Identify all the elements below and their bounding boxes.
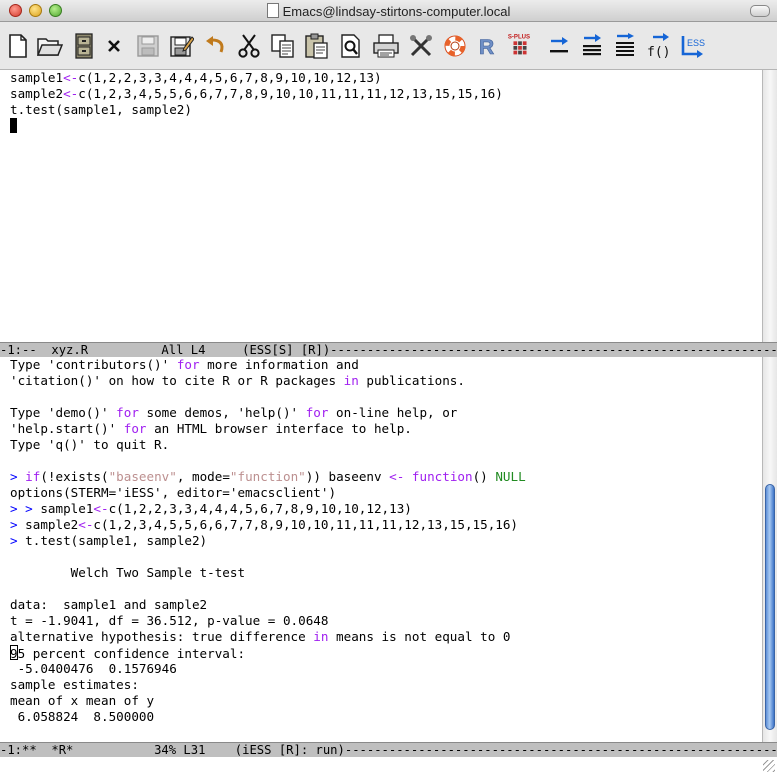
copy-icon[interactable] [269,32,297,60]
document-proxy-icon[interactable] [266,3,279,18]
console-line: 6.058824 8.500000 [10,709,155,724]
console-line: 'help.start()' for an HTML browser inter… [10,421,412,436]
console-line: > if(!exists("baseenv", mode="function")… [10,469,526,484]
console-line: mean of x mean of y [10,693,155,708]
eval-line-icon[interactable] [545,32,573,60]
editor-line-1: sample1<-c(1,2,2,3,3,4,4,4,5,6,7,8,9,10,… [10,70,382,85]
r-console-pane[interactable]: Type 'contributors()' for more informati… [0,357,762,742]
toolbar: R S-PLUS f() ESS [0,22,777,70]
toolbar-toggle-button[interactable] [750,5,770,17]
save-disabled-icon [134,32,162,60]
new-file-icon[interactable] [4,32,32,60]
editor-pane[interactable]: sample1<-c(1,2,2,3,3,4,4,4,5,6,7,8,9,10,… [0,70,762,342]
console-line: 'citation()' on how to cite R or R packa… [10,373,465,388]
console-line: > > sample1<-c(1,2,2,3,3,4,4,4,5,6,7,8,9… [10,501,412,516]
window-resize-grip-icon[interactable] [763,760,775,772]
eval-buffer-icon[interactable] [611,32,639,60]
console-scrollbar[interactable] [762,357,777,742]
editor-modeline[interactable]: -1:-- xyz.R All L4 (ESS[S] [R])---------… [0,342,777,358]
console-line: alternative hypothesis: true difference … [10,629,511,644]
dired-cabinet-icon[interactable] [70,32,98,60]
minibuffer[interactable] [0,757,777,774]
console-line-text: 95 percent confidence interval: [10,646,246,661]
eval-region-icon[interactable] [578,32,606,60]
console-line: data: sample1 and sample2 [10,597,208,612]
close-x-icon[interactable] [100,32,128,60]
console-scroll-thumb[interactable] [765,484,775,730]
console-line: Welch Two Sample t-test [10,565,246,580]
editor-line-2: sample2<-c(1,2,3,4,5,5,6,6,7,7,8,9,10,10… [10,86,503,101]
console-line: options(STERM='iESS', editor='emacsclien… [10,485,337,500]
ess-switch-icon[interactable]: ESS [679,32,707,60]
console-line: sample estimates: [10,677,139,692]
window-title-container: Emacs@lindsay-stirtons-computer.local [0,3,777,19]
console-line: > sample2<-c(1,2,3,4,5,5,6,6,7,7,8,9,10,… [10,517,519,532]
eval-function-icon[interactable]: f() [645,32,673,60]
search-icon[interactable] [337,32,365,60]
console-line: > t.test(sample1, sample2) [10,533,208,548]
console-line: Type 'q()' to quit R. [10,437,170,452]
console-line: -5.0400476 0.1576946 [10,661,177,676]
ess-label: ESS [687,38,705,48]
console-line: Type 'demo()' for some demos, 'help()' f… [10,405,458,420]
eval-function-label: f() [647,45,670,59]
preferences-icon[interactable] [407,32,435,60]
svg-text:R: R [479,36,494,57]
editor-line: sample1<-c(1,2,2,3,3,4,4,4,5,6,7,8,9,10,… [0,70,762,86]
splus-label: S-PLUS [508,35,530,41]
window-title: Emacs@lindsay-stirtons-computer.local [282,4,511,19]
splus-icon[interactable]: S-PLUS [506,32,534,60]
editor-line [0,118,762,134]
paste-icon[interactable] [303,32,331,60]
editor-line: t.test(sample1, sample2) [0,102,762,118]
console-line: Type 'contributors()' for more informati… [10,357,359,372]
r-logo-icon[interactable]: R [474,32,502,60]
editor-scrollbar[interactable] [762,70,777,342]
save-as-icon[interactable] [168,32,196,60]
console-line: 95 percent confidence interval: [0,645,762,661]
title-bar: Emacs@lindsay-stirtons-computer.local [0,0,777,22]
console-modeline[interactable]: -1:** *R* 34% L31 (iESS [R]: run)-------… [0,742,777,758]
open-folder-icon[interactable] [36,32,64,60]
editor-line: sample2<-c(1,2,3,4,5,5,6,6,7,7,8,9,10,10… [0,86,762,102]
text-cursor [10,118,17,133]
print-icon[interactable] [372,32,400,60]
cut-icon[interactable] [235,32,263,60]
console-line: t = -1.9041, df = 36.512, p-value = 0.06… [10,613,329,628]
editor-line-3: t.test(sample1, sample2) [10,102,192,117]
undo-icon[interactable] [201,32,229,60]
help-lifebuoy-icon[interactable] [441,32,469,60]
